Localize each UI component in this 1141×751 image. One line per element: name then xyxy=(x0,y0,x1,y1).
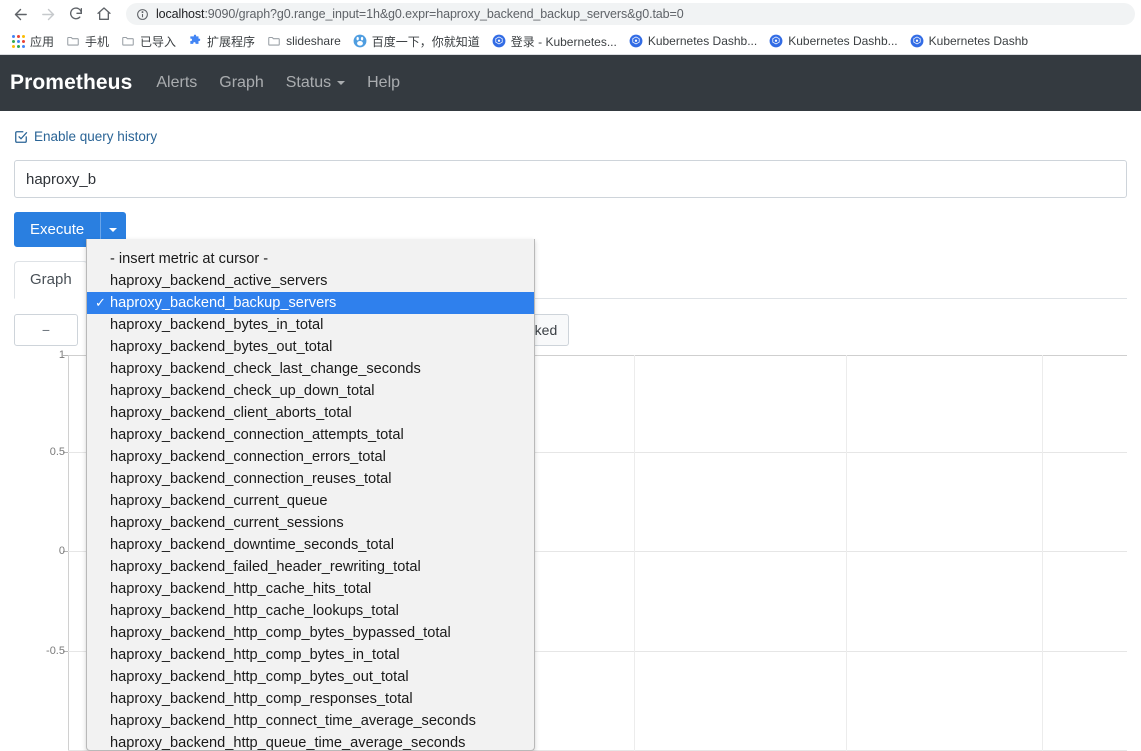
bookmark-folder-imported[interactable]: 已导入 xyxy=(115,31,182,51)
dropdown-item-label: haproxy_backend_backup_servers xyxy=(110,295,337,311)
bookmarks-bar: 应用 手机 已导入 扩展程序 slideshare 百度一下，你就知道 登录 -… xyxy=(0,28,1141,55)
dropdown-item[interactable]: haproxy_backend_connection_attempts_tota… xyxy=(87,424,534,446)
y-tick-label: 0 xyxy=(58,545,65,557)
dropdown-item[interactable]: haproxy_backend_http_comp_responses_tota… xyxy=(87,688,534,710)
folder-icon xyxy=(268,36,280,46)
back-button[interactable] xyxy=(6,2,34,26)
gridline-vertical xyxy=(1042,355,1043,751)
chevron-down-icon xyxy=(337,81,346,85)
bookmark-label: Kubernetes Dashb... xyxy=(788,34,898,48)
bookmark-label: 手机 xyxy=(85,34,110,49)
bookmark-extensions[interactable]: 扩展程序 xyxy=(182,31,261,51)
bookmark-label: 百度一下，你就知道 xyxy=(371,34,480,49)
query-expression-input[interactable]: haproxy_b xyxy=(14,160,1127,198)
browser-chrome: localhost:9090/graph?g0.range_input=1h&g… xyxy=(0,0,1141,55)
address-bar-url: localhost:9090/graph?g0.range_input=1h&g… xyxy=(156,7,684,21)
nav-item-help[interactable]: Help xyxy=(367,74,400,92)
dropdown-item[interactable]: haproxy_backend_http_cache_hits_total xyxy=(87,578,534,600)
kubernetes-icon xyxy=(769,34,783,48)
bookmark-k8s-login[interactable]: 登录 - Kubernetes... xyxy=(486,31,623,51)
y-tick-label: -0.5 xyxy=(46,645,65,657)
dropdown-item[interactable]: haproxy_backend_check_up_down_total xyxy=(87,380,534,402)
folder-icon xyxy=(122,36,134,46)
dropdown-item[interactable]: haproxy_backend_connection_reuses_total xyxy=(87,468,534,490)
forward-button[interactable] xyxy=(34,2,62,26)
bookmark-label: 应用 xyxy=(30,34,55,49)
prometheus-navbar: Prometheus Alerts Graph Status Help xyxy=(0,55,1141,111)
bookmark-label: Kubernetes Dashb xyxy=(928,34,1029,48)
dropdown-item[interactable]: haproxy_backend_active_servers xyxy=(87,270,534,292)
metric-autocomplete-dropdown[interactable]: - insert metric at cursor - haproxy_back… xyxy=(86,239,535,751)
gridline-vertical xyxy=(634,355,635,751)
nav-item-status-label: Status xyxy=(285,74,332,91)
dropdown-item[interactable]: haproxy_backend_check_last_change_second… xyxy=(87,358,534,380)
dropdown-item-selected[interactable]: ✓ haproxy_backend_backup_servers xyxy=(87,292,534,314)
bookmark-folder-phone[interactable]: 手机 xyxy=(60,31,115,51)
dropdown-item[interactable]: haproxy_backend_http_comp_bytes_in_total xyxy=(87,644,534,666)
range-decrease-button[interactable]: − xyxy=(14,314,78,346)
dropdown-item[interactable]: haproxy_backend_failed_header_rewriting_… xyxy=(87,556,534,578)
dropdown-item[interactable]: haproxy_backend_http_comp_bytes_out_tota… xyxy=(87,666,534,688)
dropdown-item[interactable]: haproxy_backend_bytes_out_total xyxy=(87,336,534,358)
checkbox-checked-icon[interactable] xyxy=(14,130,28,144)
bookmark-label: Kubernetes Dashb... xyxy=(647,34,758,48)
nav-item-alerts[interactable]: Alerts xyxy=(156,74,197,92)
bookmark-k8s-dash-1[interactable]: Kubernetes Dashb... xyxy=(623,31,763,51)
info-circle-icon[interactable] xyxy=(136,8,149,21)
dropdown-item[interactable]: haproxy_backend_current_queue xyxy=(87,490,534,512)
baidu-icon xyxy=(353,34,367,48)
y-tick-label: 0.5 xyxy=(49,446,65,458)
browser-toolbar: localhost:9090/graph?g0.range_input=1h&g… xyxy=(0,0,1141,28)
url-host: localhost xyxy=(156,7,205,21)
dropdown-item[interactable]: haproxy_backend_connection_errors_total xyxy=(87,446,534,468)
bookmark-label: slideshare xyxy=(286,34,341,48)
bookmark-apps[interactable]: 应用 xyxy=(6,31,60,51)
bookmark-label: 已导入 xyxy=(140,34,177,49)
home-button[interactable] xyxy=(90,2,118,26)
address-bar[interactable]: localhost:9090/graph?g0.range_input=1h&g… xyxy=(126,3,1135,25)
reload-button[interactable] xyxy=(62,2,90,26)
chevron-down-icon xyxy=(109,227,118,232)
bookmark-k8s-dash-3[interactable]: Kubernetes Dashb xyxy=(904,31,1034,51)
url-path: :9090/graph?g0.range_input=1h&g0.expr=ha… xyxy=(204,7,684,21)
puzzle-icon xyxy=(190,34,201,44)
dropdown-item[interactable]: haproxy_backend_http_comp_bytes_bypassed… xyxy=(87,622,534,644)
dropdown-item-insert-metric[interactable]: - insert metric at cursor - xyxy=(87,248,534,270)
folder-icon xyxy=(67,36,79,46)
bookmark-baidu[interactable]: 百度一下，你就知道 xyxy=(347,31,486,51)
dropdown-item[interactable]: haproxy_backend_http_connect_time_averag… xyxy=(87,710,534,732)
bookmark-slideshare[interactable]: slideshare xyxy=(261,31,347,51)
enable-query-history-toggle[interactable]: Enable query history xyxy=(14,111,1127,144)
kubernetes-icon xyxy=(492,34,506,48)
dropdown-item[interactable]: haproxy_backend_downtime_seconds_total xyxy=(87,534,534,556)
nav-item-status[interactable]: Status xyxy=(285,74,346,92)
check-icon: ✓ xyxy=(95,295,106,310)
nav-item-graph[interactable]: Graph xyxy=(219,74,263,92)
bookmark-k8s-dash-2[interactable]: Kubernetes Dashb... xyxy=(763,31,903,51)
kubernetes-icon xyxy=(910,34,924,48)
bookmark-label: 扩展程序 xyxy=(207,34,256,49)
dropdown-item[interactable]: haproxy_backend_http_queue_time_average_… xyxy=(87,732,534,750)
enable-query-history-label: Enable query history xyxy=(34,129,158,144)
dropdown-item[interactable]: haproxy_backend_current_sessions xyxy=(87,512,534,534)
bookmark-label: 登录 - Kubernetes... xyxy=(510,34,617,49)
dropdown-item[interactable]: haproxy_backend_client_aborts_total xyxy=(87,402,534,424)
brand-logo[interactable]: Prometheus xyxy=(10,71,132,95)
tab-graph[interactable]: Graph xyxy=(14,261,88,299)
dropdown-item[interactable]: haproxy_backend_bytes_in_total xyxy=(87,314,534,336)
page-body: Enable query history haproxy_b Execute G… xyxy=(0,111,1141,751)
kubernetes-icon xyxy=(629,34,643,48)
apps-grid-icon xyxy=(12,34,25,48)
gridline-vertical xyxy=(846,355,847,751)
query-expression-value: haproxy_b xyxy=(26,170,97,188)
y-tick-label: 1 xyxy=(58,349,65,361)
dropdown-item[interactable]: haproxy_backend_http_cache_lookups_total xyxy=(87,600,534,622)
